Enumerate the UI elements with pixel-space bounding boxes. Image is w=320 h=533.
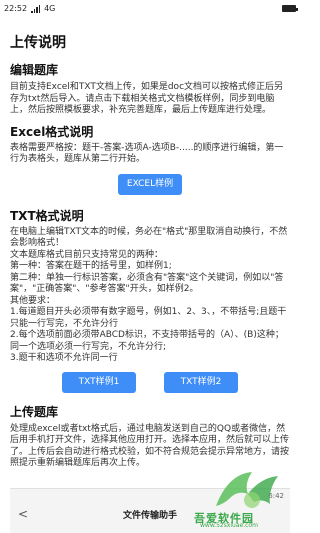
txt-sample-2-button[interactable]: TXT样例2	[164, 371, 238, 393]
status-time: 22:52	[4, 4, 28, 13]
section-heading-upload: 上传题库	[10, 404, 59, 419]
instructions-content: 上传说明 编辑题库 目前支持Excel和TXT文档上传，如果是doc文档可以按格…	[0, 17, 300, 470]
txt-rule-line: 3.题干和选项不允许同一行	[10, 353, 118, 363]
section-text-excel: 表格需要严格按：题干-答案-选项A-选项B-.....的顺序进行编辑，第一行为表…	[10, 142, 284, 165]
section-text-upload: 处理成excel或者txt格式后，通过电脑发送到自己的QQ或者微信，然后用手机打…	[10, 423, 290, 469]
txt-rule-line: 文本题库格式目前只支持常见的两种：	[10, 249, 164, 260]
section-heading-excel: Excel格式说明	[10, 124, 94, 139]
txt-rule-line: 第一种：答案在题干的括号里，如样例1;	[10, 261, 172, 271]
excel-sample-button[interactable]: EXCEL样例	[118, 173, 182, 195]
txt-rules: 在电脑上编辑TXT文本的时候，务必在"格式"那里取消自动换行，不然会影响格式！ …	[10, 227, 290, 365]
txt-rule-line: 第二种：单独一行标识答案，必须含有"答案"这个关键词，例如以"答案"，"正确答案…	[10, 272, 284, 295]
section-heading-txt: TXT格式说明	[10, 208, 84, 223]
txt-rule-line: 2.每个选项前面必须带ABCD标识，不支持带括号的（A）、(B)这种；同一个选项…	[10, 330, 284, 352]
txt-sample-1-button[interactable]: TXT样例1	[62, 371, 136, 393]
txt-rule-line: 其他要求：	[10, 295, 56, 306]
network-label: 4G	[44, 4, 56, 13]
watermark: 吾爱软件园 www.52sxiuae.com	[176, 464, 294, 530]
signal-icon	[31, 4, 41, 13]
txt-rule-line: 在电脑上编辑TXT文本的时候，务必在"格式"那里取消自动换行，不然会影响格式！	[10, 226, 288, 249]
watermark-url: www.52sxiuae.com	[200, 522, 258, 529]
battery-icon	[282, 5, 298, 12]
txt-rule-line: 1.每道题目开头必须带有数字题号，例如1、2、3、，不带括号;且题干只能一行写完…	[10, 307, 287, 329]
back-arrow-icon: <	[17, 507, 29, 521]
page-title: 上传说明	[10, 35, 66, 51]
watermark-logo-icon	[216, 472, 278, 508]
section-heading-edit: 编辑题库	[10, 63, 59, 77]
status-bar: 22:52 4G	[0, 0, 300, 17]
section-text-edit: 目前支持Excel和TXT文档上传，如果是doc文档可以按格式修正后另存为txt…	[10, 82, 284, 115]
